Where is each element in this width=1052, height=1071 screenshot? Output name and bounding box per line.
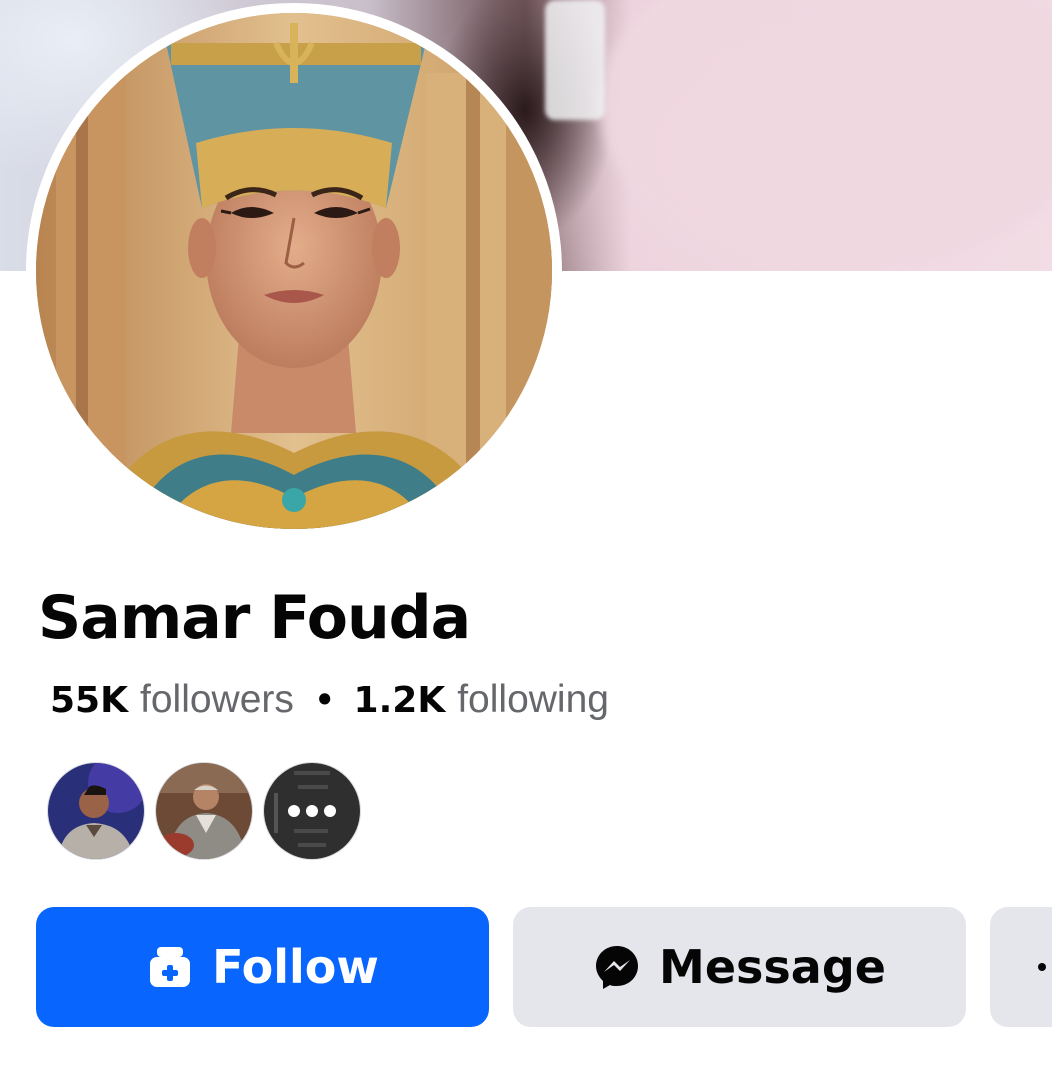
mutual-friend-avatar[interactable]: [47, 762, 145, 860]
profile-picture[interactable]: [36, 13, 552, 529]
mutual-friend-photo: [156, 763, 252, 859]
more-mutual-friends-icon: [264, 763, 360, 859]
more-options-button[interactable]: [990, 907, 1052, 1027]
mutual-friend-avatar[interactable]: [263, 762, 361, 860]
follow-button-label: Follow: [212, 940, 379, 994]
follow-stats: 55K followers • 1.2K following: [50, 678, 609, 722]
cover-shoulder: [600, 0, 1052, 270]
following-count[interactable]: 1.2K: [354, 680, 446, 721]
message-button-label: Message: [659, 940, 886, 994]
cover-object: [545, 0, 605, 120]
followers-label[interactable]: followers: [140, 678, 294, 722]
follow-button[interactable]: Follow: [36, 907, 489, 1027]
followers-count[interactable]: 55K: [50, 680, 128, 721]
mutual-friend-avatar[interactable]: [155, 762, 253, 860]
more-icon: [1038, 963, 1046, 971]
profile-picture-art: [36, 13, 552, 529]
messenger-icon: [596, 946, 639, 989]
following-label[interactable]: following: [457, 678, 609, 722]
profile-name: Samar Fouda: [38, 583, 471, 653]
mutual-friend-photo: [48, 763, 144, 859]
message-button[interactable]: Message: [513, 907, 966, 1027]
stats-separator: •: [317, 678, 332, 721]
follow-plus-icon: [150, 947, 191, 987]
